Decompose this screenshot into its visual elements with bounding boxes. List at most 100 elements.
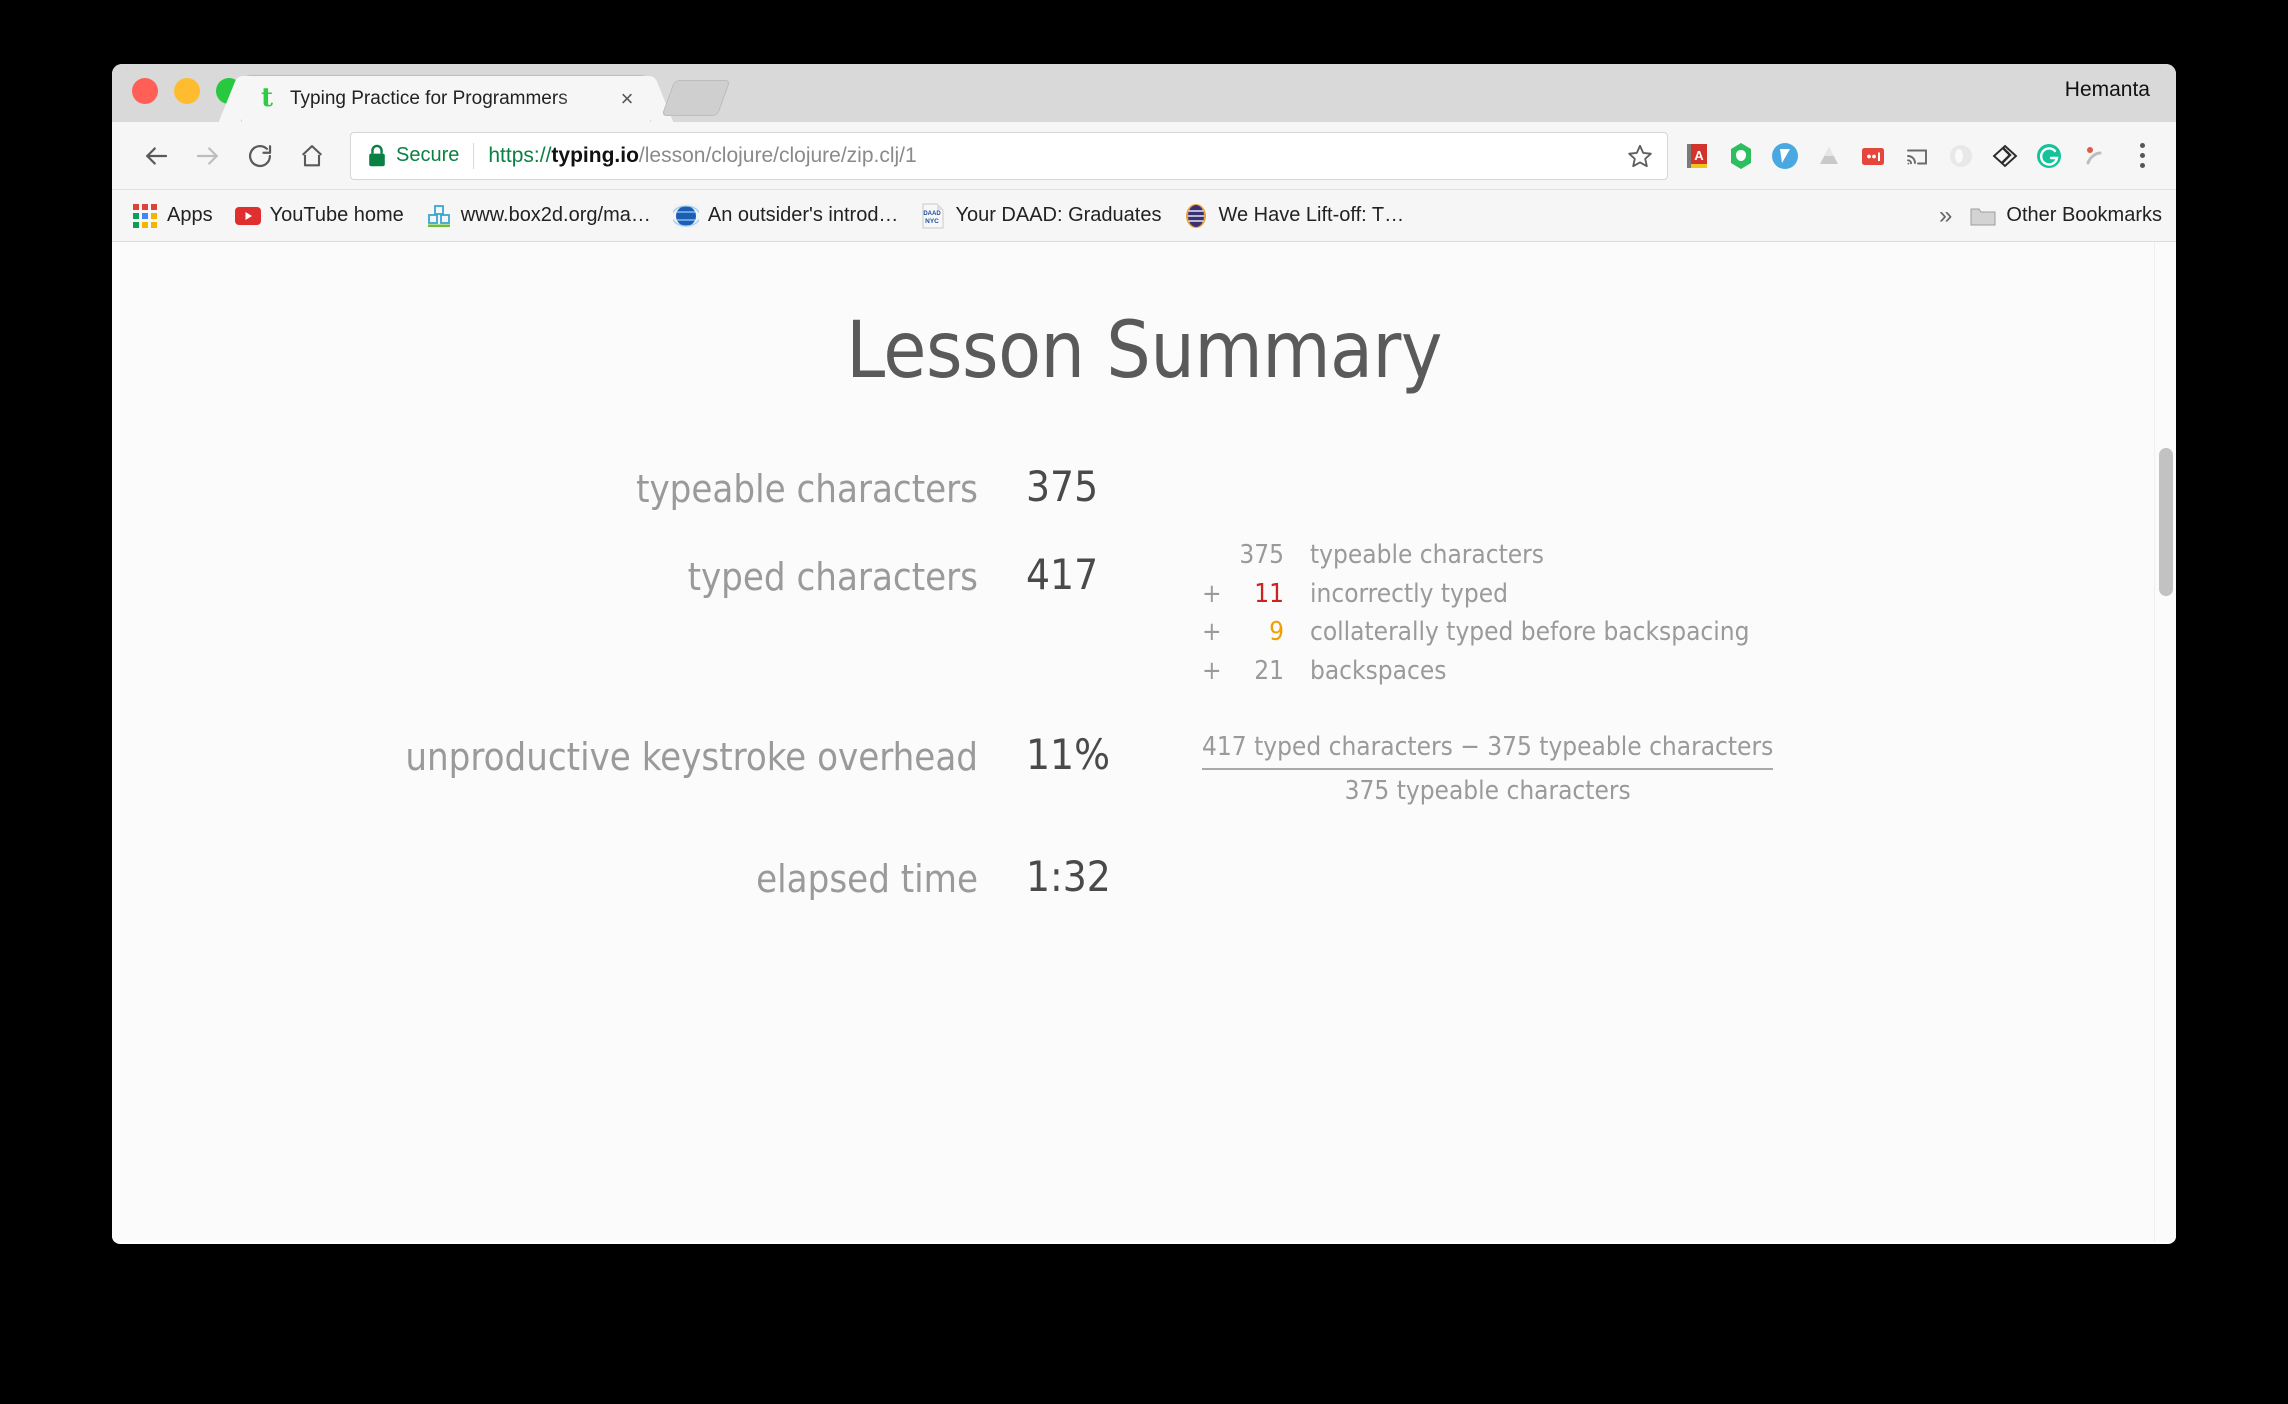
folder-icon	[1970, 203, 1996, 229]
lesson-stats-list: typeable characters 375 typed characters…	[112, 466, 2176, 898]
bookmark-apps[interactable]: Apps	[132, 203, 213, 229]
close-window-button[interactable]	[132, 78, 158, 104]
bookmark-your-daad-graduates[interactable]: DAAD NYC Your DAAD: Graduates	[920, 203, 1161, 229]
breakdown-number: 11	[1254, 578, 1284, 609]
bookmark-youtube-home[interactable]: YouTube home	[234, 203, 404, 229]
page-title: Lesson Summary	[846, 306, 1442, 396]
url-scheme: https://	[488, 143, 552, 167]
bookmarks-bar: Apps YouTube home www.box2d.org/ma… An o…	[112, 190, 2176, 242]
bookmark-label: We Have Lift-off: T…	[1218, 204, 1405, 226]
youtube-icon	[234, 203, 261, 229]
breakdown-text: incorrectly typed	[1310, 578, 1508, 609]
new-tab-button[interactable]	[661, 80, 731, 116]
stat-value: 11%	[1026, 730, 1110, 780]
bookmark-we-have-lift-off[interactable]: We Have Lift-off: T…	[1183, 203, 1404, 229]
purple-disc-icon	[1183, 203, 1209, 229]
pin-extension-icon[interactable]	[2074, 137, 2112, 175]
apps-grid-icon	[132, 203, 158, 229]
address-bar[interactable]: Secure https://typing.io/lesson/clojure/…	[350, 131, 1668, 180]
breakdown-operator	[1202, 536, 1236, 575]
lock-icon	[367, 144, 387, 168]
stat-value: 1:32	[1026, 852, 1111, 902]
google-drive-extension-icon[interactable]	[1810, 137, 1848, 175]
breakdown-row: + 9 collaterally typed before backspacin…	[1202, 613, 1749, 652]
stat-row-typeable-characters: typeable characters 375	[112, 462, 2176, 511]
stat-value: 417	[1026, 550, 1099, 599]
close-tab-icon[interactable]: ×	[614, 86, 640, 112]
reload-button[interactable]	[234, 130, 286, 182]
secure-label: Secure	[396, 144, 460, 166]
stat-label: elapsed time	[756, 857, 978, 902]
breakdown-operator: +	[1202, 655, 1222, 686]
stat-detail-fraction: 417 typed characters − 375 typeable char…	[1202, 732, 2176, 807]
stat-row-unproductive-keystroke-overhead: unproductive keystroke overhead 11% 417 …	[112, 730, 2176, 807]
bookmark-label: Apps	[167, 204, 213, 226]
globe-blue-icon	[672, 203, 699, 229]
svg-text:A: A	[1694, 148, 1704, 163]
grammarly-extension-icon[interactable]	[2030, 137, 2068, 175]
browser-window: t Typing Practice for Programmers × Hema…	[112, 64, 2176, 1244]
breakdown-text: collaterally typed before backspacing	[1310, 617, 1750, 648]
url-text: https://typing.io/lesson/clojure/clojure…	[488, 144, 1619, 168]
bookmark-label: Your DAAD: Graduates	[955, 204, 1162, 226]
breakdown-number: 375	[1239, 540, 1284, 570]
url-path: /lesson/clojure/clojure/zip.clj/1	[638, 143, 917, 167]
url-host: typing.io	[551, 143, 639, 167]
stat-label: typeable characters	[636, 467, 978, 511]
home-button[interactable]	[286, 130, 338, 182]
minimize-window-button[interactable]	[174, 78, 200, 104]
bookmark-label: YouTube home	[269, 204, 404, 226]
evernote-extension-icon[interactable]	[1722, 137, 1760, 175]
bookmarks-overflow-chevron-icon[interactable]: »	[1939, 202, 1952, 230]
bookmark-label: www.box2d.org/ma…	[460, 204, 651, 226]
other-bookmarks-button[interactable]: Other Bookmarks	[1970, 203, 2162, 229]
stat-row-elapsed-time: elapsed time 1:32	[112, 852, 2176, 902]
pocket-extension-icon[interactable]	[1766, 137, 1804, 175]
breakdown-operator: +	[1202, 578, 1222, 609]
ghostery-extension-icon[interactable]	[1942, 137, 1980, 175]
page-scrollbar-track[interactable]	[2154, 242, 2176, 1242]
window-traffic-lights	[132, 78, 242, 104]
evernote-clipper-extension-icon[interactable]	[1986, 137, 2024, 175]
svg-text:NYC: NYC	[926, 218, 940, 225]
overhead-formula-fraction: 417 typed characters − 375 typeable char…	[1202, 732, 1774, 807]
box2d-icon	[426, 203, 452, 229]
extension-icons: A	[1678, 137, 2162, 175]
cast-extension-icon[interactable]	[1898, 137, 1936, 175]
daad-nyc-icon: DAAD NYC	[920, 203, 946, 229]
page-viewport: Lesson Summary typeable characters 375 t…	[112, 242, 2176, 1242]
browser-tab-active[interactable]: t Typing Practice for Programmers ×	[242, 76, 650, 122]
bookmark-outsiders-intro[interactable]: An outsider's introd…	[672, 203, 899, 229]
breakdown-operator: +	[1202, 617, 1222, 648]
breakdown-row: 375 typeable characters	[1202, 536, 1749, 575]
star-icon[interactable]	[1619, 135, 1661, 177]
pocket-red-extension-icon[interactable]	[1854, 137, 1892, 175]
breakdown-number: 9	[1269, 617, 1284, 648]
tab-title: Typing Practice for Programmers	[290, 88, 568, 109]
stat-detail-breakdown: 375 typeable characters + 11 incorrectly…	[1202, 541, 2176, 690]
breakdown-row: + 11 incorrectly typed	[1202, 575, 1749, 614]
breakdown-number: 21	[1254, 655, 1284, 686]
fraction-denominator: 375 typeable characters	[1344, 776, 1631, 807]
other-bookmarks-label: Other Bookmarks	[2006, 204, 2162, 226]
breakdown-text: backspaces	[1310, 655, 1447, 686]
page-scrollbar-thumb[interactable]	[2159, 448, 2173, 596]
stat-row-typed-characters: typed characters 417 375 typeable charac…	[112, 541, 2176, 690]
chrome-menu-button[interactable]	[2122, 137, 2162, 175]
omnibox-divider	[473, 142, 475, 169]
breakdown-row: + 21 backspaces	[1202, 652, 1749, 691]
profile-name-label[interactable]: Hemanta	[2065, 78, 2150, 102]
forward-button[interactable]	[182, 130, 234, 182]
bookmark-box2d[interactable]: www.box2d.org/ma…	[426, 203, 651, 229]
svg-text:DAAD: DAAD	[924, 211, 942, 217]
breakdown-text: typeable characters	[1310, 540, 1544, 570]
stat-label: unproductive keystroke overhead	[405, 735, 978, 780]
fraction-numerator: 417 typed characters − 375 typeable char…	[1202, 732, 1774, 771]
back-button[interactable]	[130, 130, 182, 182]
bookmark-label: An outsider's introd…	[707, 204, 899, 226]
stat-value: 375	[1026, 462, 1099, 511]
typing-io-favicon-icon: t	[260, 83, 273, 113]
typed-characters-breakdown-table: 375 typeable characters + 11 incorrectly…	[1202, 536, 1749, 690]
browser-toolbar: Secure https://typing.io/lesson/clojure/…	[112, 122, 2176, 190]
dictionary-extension-icon[interactable]: A	[1678, 137, 1716, 175]
